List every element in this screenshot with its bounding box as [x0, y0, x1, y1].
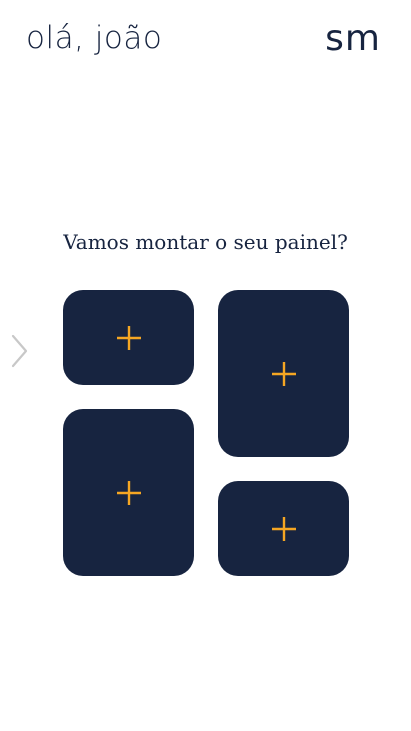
plus-icon	[271, 516, 296, 541]
dashboard-prompt: Vamos montar o seu painel?	[63, 230, 348, 254]
plus-icon	[116, 325, 141, 350]
add-widget-tile-2[interactable]	[218, 290, 349, 457]
plus-icon	[116, 480, 141, 505]
add-widget-tile-3[interactable]	[63, 409, 194, 576]
add-widget-tile-4[interactable]	[218, 481, 349, 576]
chevron-right-icon[interactable]	[6, 333, 34, 369]
header: olá, joão sm	[0, 0, 411, 90]
greeting-text: olá, joão	[26, 20, 163, 56]
add-widget-tile-1[interactable]	[63, 290, 194, 385]
plus-icon	[271, 361, 296, 386]
user-initials-avatar[interactable]: sm	[325, 18, 381, 59]
